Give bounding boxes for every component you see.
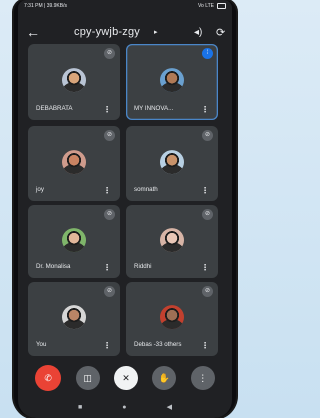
audio-level-icon: ⁞ [202,48,213,59]
avatar-face-icon [62,227,86,252]
avatar-face-icon [160,68,184,93]
participant-tile[interactable]: ⊘ somnath ⋮ [126,126,218,201]
battery-icon [217,3,226,9]
home-button[interactable]: ● [122,404,126,411]
meeting-code[interactable]: cpy-ywjb-zgy [74,26,140,38]
phone-frame: 7:31 PM | 39.9KB/s Vo LTE ← cpy-ywjb-zgy… [14,0,236,418]
mic-off-icon: ⊘ [104,286,115,297]
more-vert-icon[interactable]: ⋮ [201,186,209,195]
participant-avatar [62,68,86,93]
participant-name: DEBABRATA [36,105,73,112]
avatar-face-icon [62,68,86,93]
participant-avatar [160,149,184,174]
more-vert-icon[interactable]: ⋮ [201,105,209,114]
network-label: Vo LTE [197,3,214,9]
mic-off-icon: ⊘ [104,209,115,220]
meeting-top-bar: ← cpy-ywjb-zgy ▸ ◂) ⟳ [18,22,232,42]
avatar-face-icon [62,149,86,174]
android-nav-bar: ■ ● ◀ [18,402,232,412]
participant-tile[interactable]: ⁞ MY INNOVA... ⋮ [126,44,218,120]
speaker-icon[interactable]: ◂) [194,27,202,38]
participant-tile[interactable]: ⊘ DEBABRATA ⋮ [28,44,120,120]
participant-avatar [160,68,184,93]
raise-hand-button[interactable]: ✋ [152,366,177,390]
mic-off-icon: ⊘ [202,130,213,141]
participant-avatar [62,149,86,174]
participant-name: Debas -33 others [134,341,182,348]
switch-camera-icon[interactable]: ⟳ [216,26,225,39]
mic-off-icon: ⊘ [202,209,213,220]
participant-name: joy [36,186,44,193]
participant-name: You [36,341,47,348]
participant-tile[interactable]: ⊘ Debas -33 others ⋮ [126,282,218,356]
participant-tile[interactable]: ⊘ Riddhi ⋮ [126,205,218,278]
more-vert-icon[interactable]: ⋮ [103,186,111,195]
participant-tile[interactable]: ⊘ You ⋮ [28,282,120,356]
meet-screen: 7:31 PM | 39.9KB/s Vo LTE ← cpy-ywjb-zgy… [18,0,232,418]
back-arrow-icon[interactable]: ← [26,25,40,39]
mic-toggle-button[interactable]: ✕ [113,366,138,390]
participant-avatar [62,305,86,330]
mic-off-icon: ⊘ [104,130,115,141]
participant-avatar [160,305,184,330]
more-vert-icon[interactable]: ⋮ [103,105,111,114]
participant-tile[interactable]: ⊘ joy ⋮ [28,126,120,201]
status-time: 7:31 PM | 39.9KB/s [24,3,67,9]
mic-off-icon: ⊘ [104,48,115,59]
more-vert-icon[interactable]: ⋮ [201,341,209,350]
recents-button[interactable]: ■ [78,404,82,411]
more-vert-icon[interactable]: ⋮ [201,263,209,272]
nav-back-button[interactable]: ◀ [167,403,172,411]
avatar-face-icon [160,305,184,330]
participant-tile[interactable]: ⊘ Dr. Monalisa ⋮ [28,205,120,278]
more-vert-icon[interactable]: ⋮ [103,341,111,350]
participant-name: Riddhi [134,263,152,270]
call-controls: ✆ ◫ ✕ ✋ ⋮ [18,364,232,392]
camera-toggle-button[interactable]: ◫ [75,366,100,390]
more-vert-icon[interactable]: ⋮ [103,263,111,272]
more-options-button[interactable]: ⋮ [190,366,215,390]
mic-off-icon: ⊘ [202,286,213,297]
participant-name: Dr. Monalisa [36,263,71,270]
end-call-button[interactable]: ✆ [35,365,62,391]
participant-avatar [62,227,86,252]
status-bar: 7:31 PM | 39.9KB/s Vo LTE [18,0,232,12]
avatar-face-icon [160,149,184,174]
avatar-face-icon [160,227,184,252]
participant-name: somnath [134,186,158,193]
participant-avatar [160,227,184,252]
status-icons: Vo LTE [198,3,226,9]
avatar-face-icon [62,305,86,330]
meeting-info-caret-icon[interactable]: ▸ [154,28,158,36]
participant-name: MY INNOVA... [134,105,174,112]
